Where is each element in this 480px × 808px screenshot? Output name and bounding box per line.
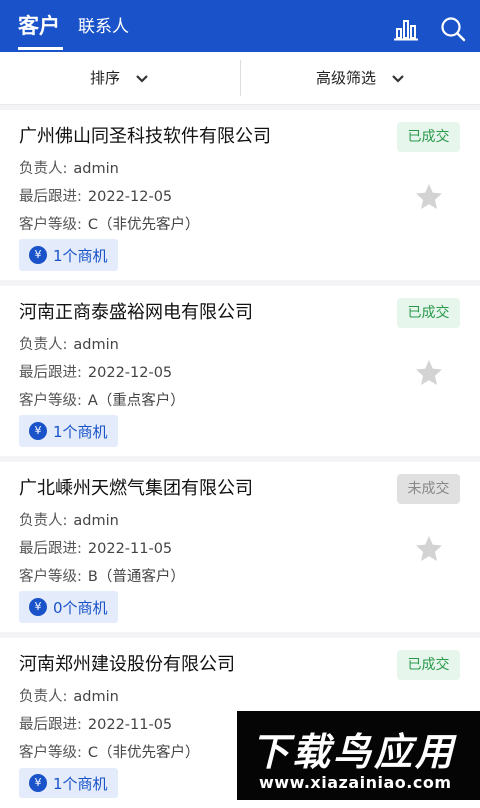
owner-field: 负责人: admin [19,685,119,706]
filter-bar: 排序 高级筛选 [0,52,480,105]
last-follow-field: 最后跟进: 2022-12-05 [19,361,172,382]
opportunity-chip[interactable]: ¥ 1个商机 [19,768,118,798]
customer-card[interactable]: 广州佛山同圣科技软件有限公司 已成交 负责人: admin 最后跟进: 2022-1… [0,110,480,280]
star-icon[interactable] [414,358,444,388]
status-badge: 已成交 [397,650,460,680]
level-value: B（普通客户） [87,569,185,585]
tab-customers[interactable]: 客户 [18,0,60,52]
opportunity-chip[interactable]: ¥ 1个商机 [19,239,118,271]
last-follow-value: 2022-11-05 [87,717,173,733]
level-field: 客户等级: B（普通客户） [19,565,185,586]
last-follow-field: 最后跟进: 2022-11-05 [19,713,172,734]
owner-label: 负责人: [19,689,68,705]
opportunity-count: 1个商机 [53,422,108,441]
filter-divider [240,60,241,96]
sort-dropdown[interactable]: 排序 [90,52,149,104]
advanced-filter-label: 高级筛选 [316,69,377,87]
owner-value: admin [73,161,119,177]
owner-value: admin [73,689,119,705]
sort-label: 排序 [90,69,121,87]
status-badge: 已成交 [397,122,460,152]
level-label: 客户等级: [19,569,82,585]
watermark-title: 下载鸟应用 [251,730,457,774]
customer-card[interactable]: 河南正商泰盛裕网电有限公司 已成交 负责人: admin 最后跟进: 2022-12… [0,286,480,456]
top-app-bar: 客户 联系人 [0,0,480,52]
star-icon[interactable] [414,534,444,564]
customer-name: 广州佛山同圣科技软件有限公司 [19,126,271,147]
level-field: 客户等级: A（重点客户） [19,389,185,410]
last-follow-field: 最后跟进: 2022-12-05 [19,185,172,206]
last-follow-value: 2022-12-05 [87,189,173,205]
owner-label: 负责人: [19,337,68,353]
tab-contacts[interactable]: 联系人 [78,1,129,53]
opportunity-chip[interactable]: ¥ 1个商机 [19,415,118,447]
last-follow-label: 最后跟进: [19,189,82,205]
yuan-icon: ¥ [29,422,47,440]
level-field: 客户等级: C（非优先客户） [19,213,200,234]
search-icon[interactable] [440,16,466,42]
opportunity-count: 1个商机 [53,246,108,265]
owner-field: 负责人: admin [19,509,119,530]
opportunity-count: 1个商机 [53,774,108,793]
owner-field: 负责人: admin [19,157,119,178]
owner-label: 负责人: [19,161,68,177]
level-value: A（重点客户） [87,393,185,409]
last-follow-value: 2022-11-05 [87,541,173,557]
last-follow-field: 最后跟进: 2022-11-05 [19,537,172,558]
opportunity-chip[interactable]: ¥ 0个商机 [19,591,118,623]
status-badge: 已成交 [397,298,460,328]
chevron-down-icon [392,74,404,83]
yuan-icon: ¥ [29,598,47,616]
owner-value: admin [73,513,119,529]
bar-chart-icon[interactable] [393,16,419,42]
active-tab-indicator [18,47,63,50]
level-value: C（非优先客户） [87,745,200,761]
customer-name: 河南正商泰盛裕网电有限公司 [19,302,253,323]
yuan-icon: ¥ [29,774,47,792]
watermark-url: www.xiazainiao.com [259,773,452,792]
customer-name: 广北嵊州天燃气集团有限公司 [19,478,253,499]
status-badge: 未成交 [397,474,460,504]
yuan-icon: ¥ [29,246,47,264]
star-icon[interactable] [414,182,444,212]
owner-label: 负责人: [19,513,68,529]
advanced-filter-dropdown[interactable]: 高级筛选 [316,52,405,104]
owner-value: admin [73,337,119,353]
level-value: C（非优先客户） [87,217,200,233]
chevron-down-icon [136,74,148,83]
owner-field: 负责人: admin [19,333,119,354]
last-follow-label: 最后跟进: [19,717,82,733]
last-follow-label: 最后跟进: [19,541,82,557]
last-follow-label: 最后跟进: [19,365,82,381]
level-label: 客户等级: [19,745,82,761]
opportunity-count: 0个商机 [53,598,108,617]
watermark-logo: 下载鸟应用 www.xiazainiao.com [237,711,480,800]
customer-card[interactable]: 广北嵊州天燃气集团有限公司 未成交 负责人: admin 最后跟进: 2022-11… [0,462,480,632]
level-label: 客户等级: [19,217,82,233]
customer-name: 河南郑州建设股份有限公司 [19,654,235,675]
last-follow-value: 2022-12-05 [87,365,173,381]
level-field: 客户等级: C（非优先客户） [19,741,200,762]
level-label: 客户等级: [19,393,82,409]
